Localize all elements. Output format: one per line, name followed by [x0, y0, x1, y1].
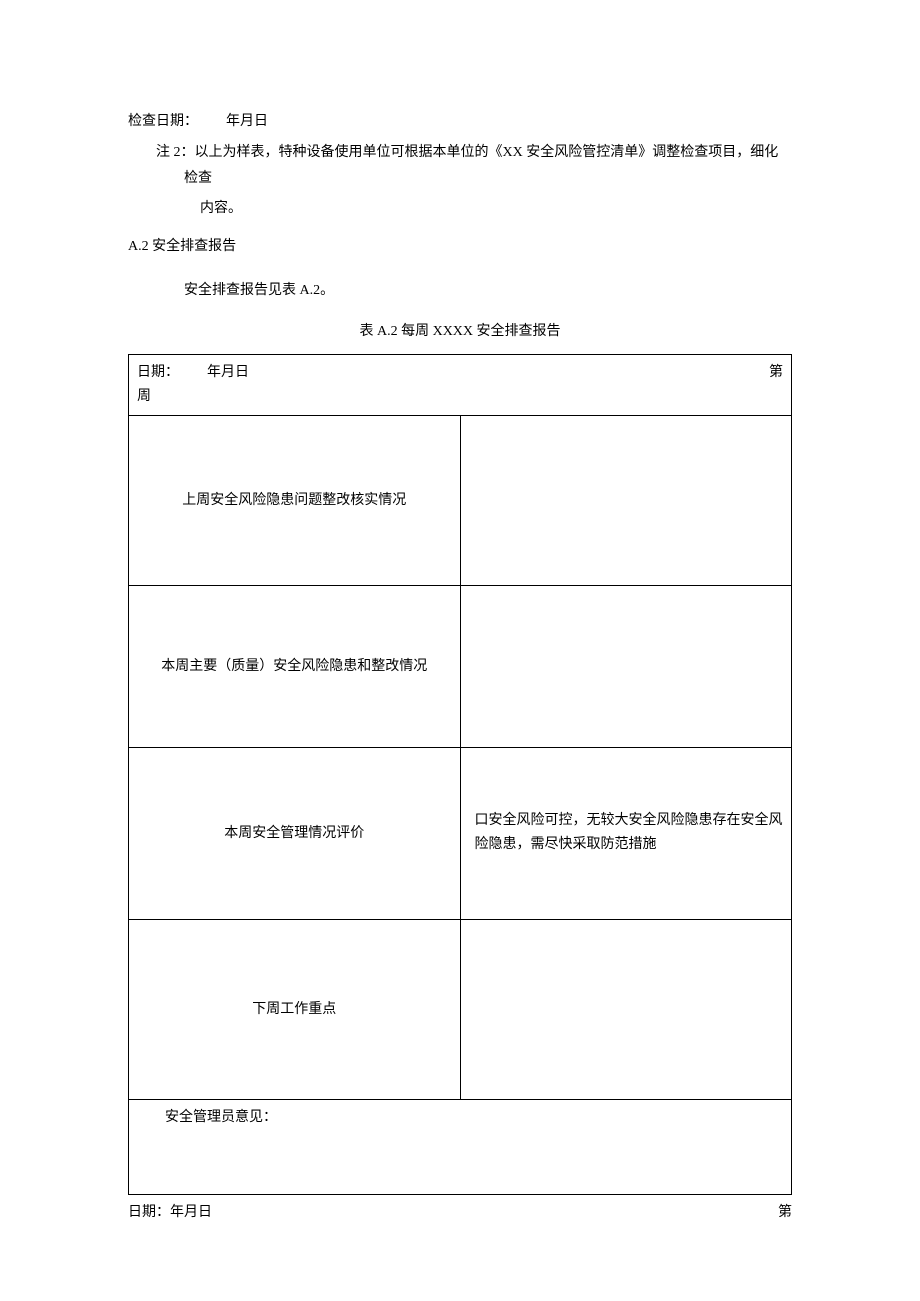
row1-content — [460, 415, 792, 585]
header-week-below: 周 — [137, 389, 151, 404]
footer-date: 日期：年月日 — [128, 1201, 212, 1225]
row5-opinion: 安全管理员意见： — [129, 1099, 792, 1194]
footer-week: 第 — [778, 1201, 792, 1225]
row2-content — [460, 585, 792, 747]
note2-continuation: 内容。 — [128, 197, 792, 221]
table-header-cell: 日期： 年月日 第 周 — [129, 355, 792, 416]
check-date-line: 检查日期： 年月日 — [128, 110, 792, 134]
see-table-line: 安全排查报告见表 A.2。 — [128, 279, 792, 303]
row3-label: 本周安全管理情况评价 — [129, 747, 461, 919]
row4-content — [460, 919, 792, 1099]
row3-content: 口安全风险可控，无较大安全风险隐患存在安全风险隐患，需尽快采取防范措施 — [460, 747, 792, 919]
header-week-right: 第 — [769, 361, 783, 385]
note2-line: 注 2：以上为样表，特种设备使用单位可根据本单位的《XX 安全风险管控清单》调整… — [156, 140, 792, 193]
report-table: 日期： 年月日 第 周 上周安全风险隐患问题整改核实情况 本周主要（质量）安全风… — [128, 354, 792, 1195]
header-date: 日期： 年月日 — [137, 361, 249, 385]
row1-label: 上周安全风险隐患问题整改核实情况 — [129, 415, 461, 585]
section-heading-a2: A.2 安全排查报告 — [128, 235, 792, 259]
table-caption: 表 A.2 每周 XXXX 安全排查报告 — [128, 320, 792, 344]
row2-label: 本周主要（质量）安全风险隐患和整改情况 — [129, 585, 461, 747]
footer-line: 日期：年月日 第 — [128, 1201, 792, 1225]
row4-label: 下周工作重点 — [129, 919, 461, 1099]
